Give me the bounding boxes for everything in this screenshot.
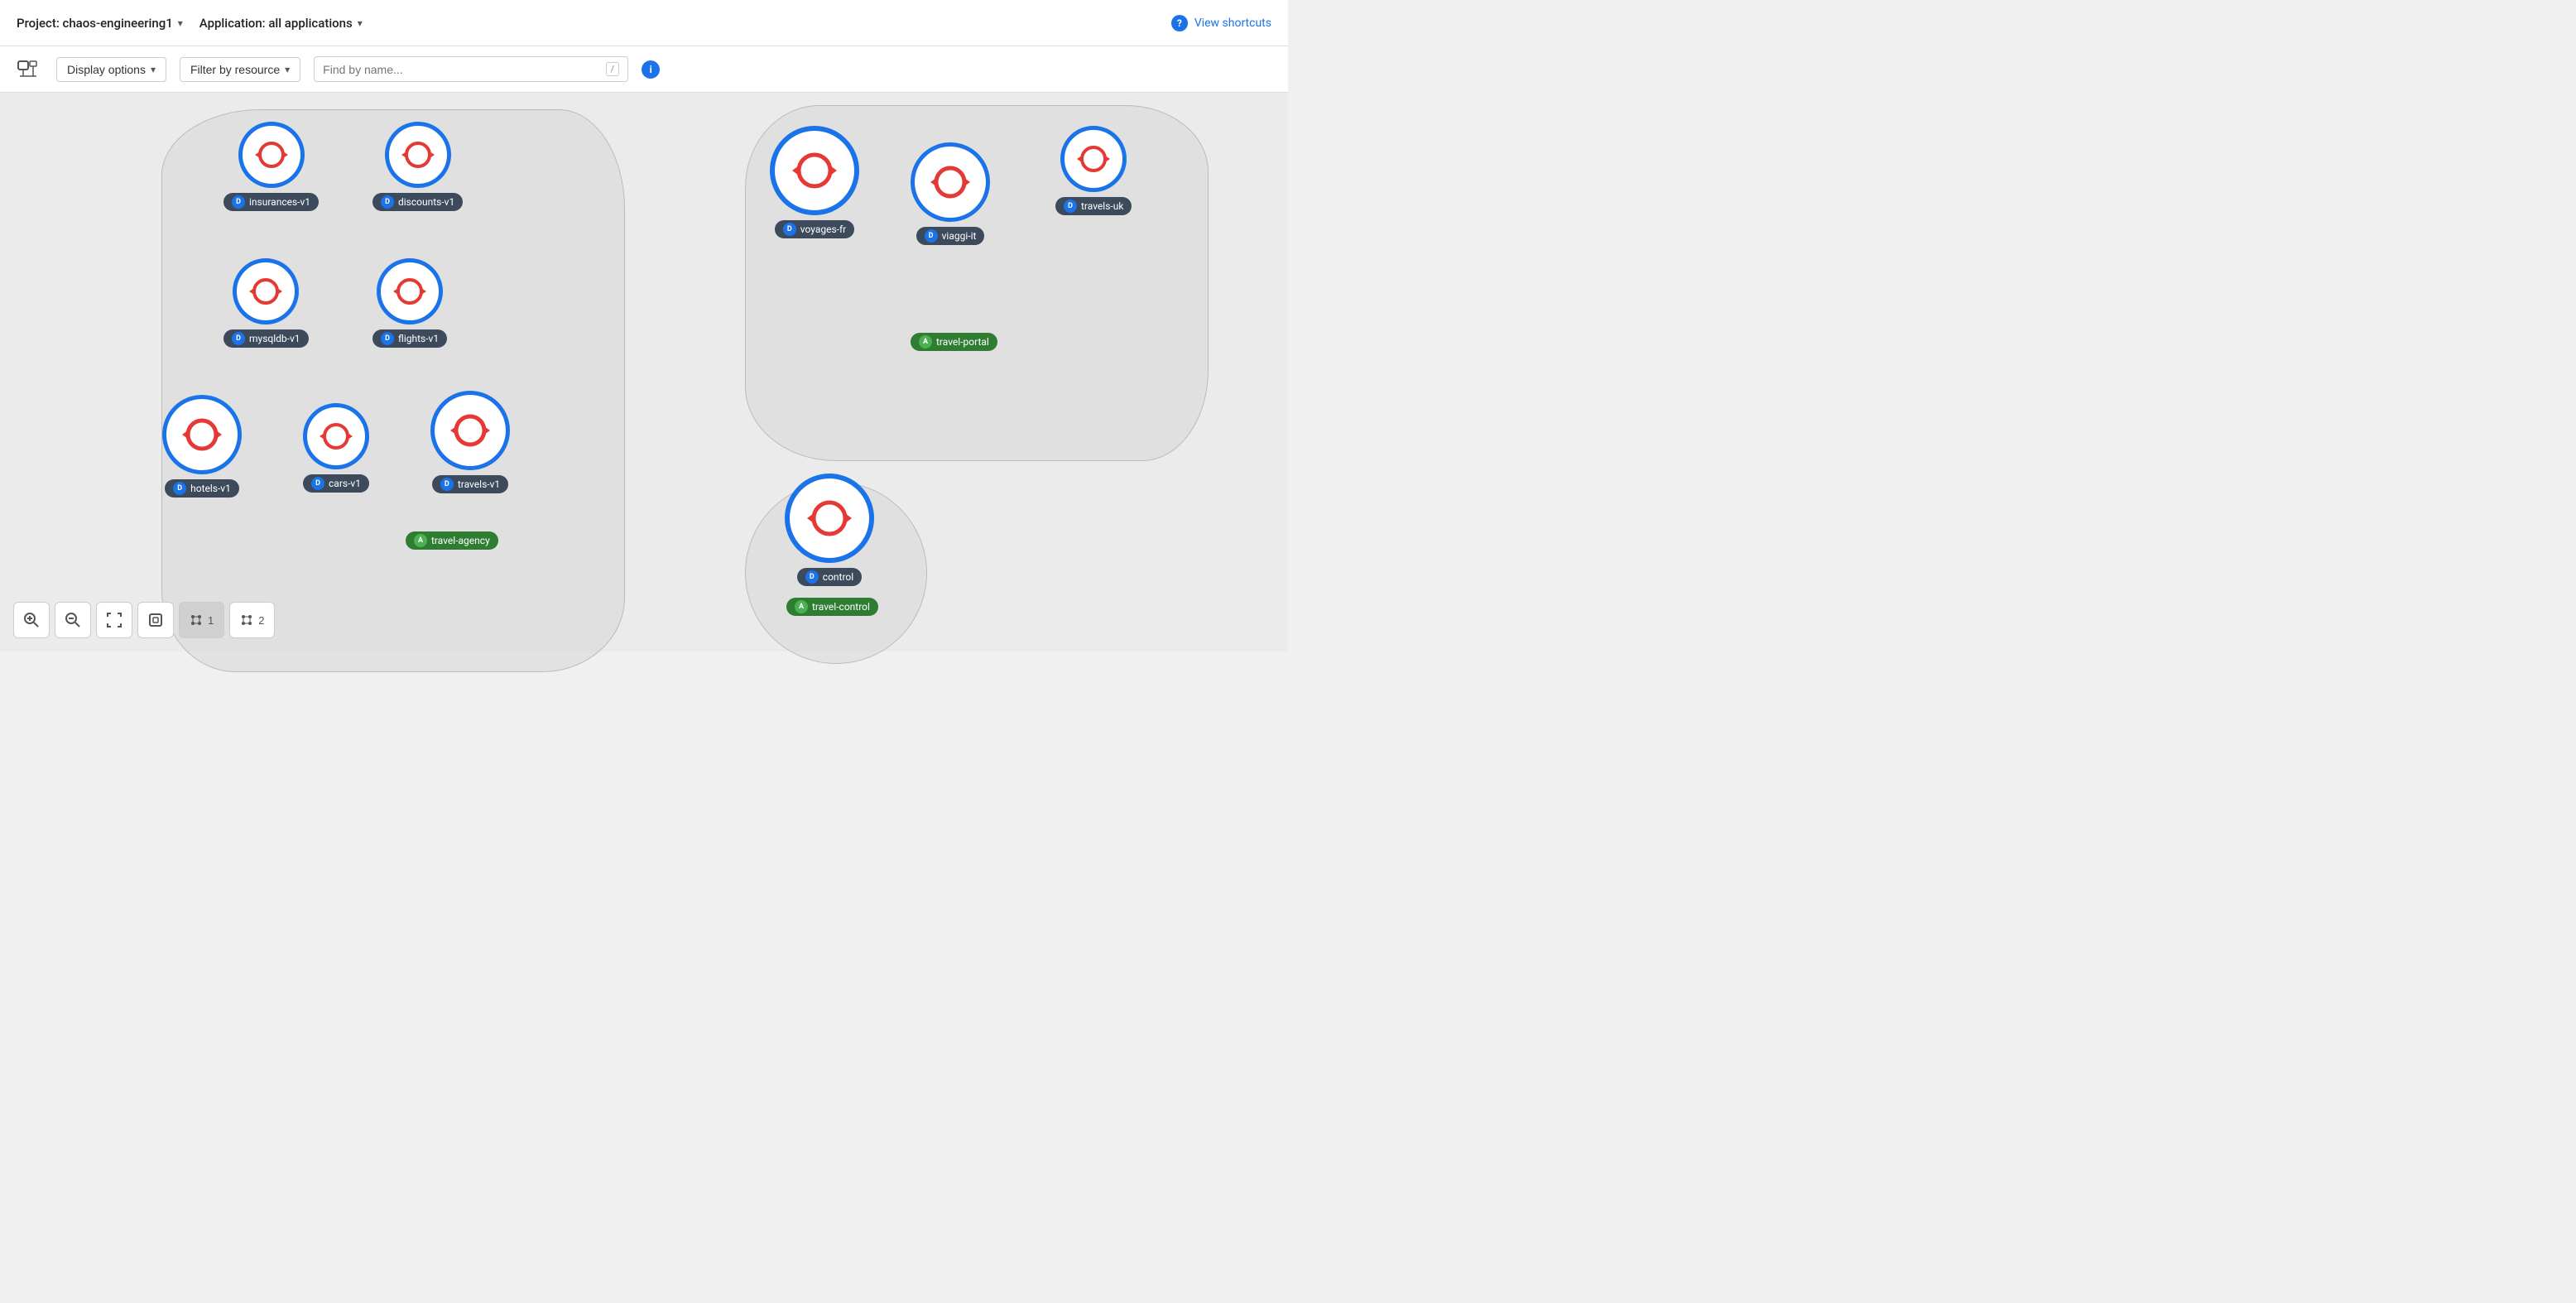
service-circle-cars-v1: [303, 403, 369, 469]
cluster-label-travel-portal[interactable]: A travel-portal: [911, 333, 997, 351]
service-node-hotels-v1[interactable]: D hotels-v1: [162, 395, 242, 498]
service-label-control: D control: [797, 568, 862, 586]
badge-voyages-fr: D: [783, 223, 796, 236]
info-icon[interactable]: i: [642, 60, 660, 79]
service-label-cars-v1: D cars-v1: [303, 474, 369, 493]
cluster-view-2-button[interactable]: 2: [229, 602, 275, 638]
service-node-discounts-v1[interactable]: D discounts-v1: [372, 122, 463, 211]
view-shortcuts-link[interactable]: ? View shortcuts: [1171, 15, 1271, 31]
filter-chevron-icon: ▾: [285, 64, 290, 75]
badge-travels-uk: D: [1064, 200, 1077, 213]
view-shortcuts-label: View shortcuts: [1194, 17, 1271, 30]
display-options-label: Display options: [67, 63, 146, 76]
badge-cars-v1: D: [311, 477, 324, 490]
badge-discounts-v1: D: [381, 195, 394, 209]
zoom-in-button[interactable]: [13, 602, 50, 638]
service-label-voyages-fr: D voyages-fr: [775, 220, 854, 238]
service-node-flights-v1[interactable]: D flights-v1: [372, 258, 447, 348]
service-circle-flights-v1: [377, 258, 443, 325]
project-label: Project: chaos-engineering1: [17, 16, 173, 31]
service-label-discounts-v1: D discounts-v1: [372, 193, 463, 211]
service-circle-discounts-v1: [385, 122, 451, 188]
toolbar: Display options ▾ Filter by resource ▾ /…: [0, 46, 1288, 93]
project-chevron-icon: ▾: [178, 17, 183, 29]
badge-viaggi-it: D: [925, 229, 938, 243]
zoom-out-button[interactable]: [55, 602, 91, 638]
service-circle-voyages-fr: [770, 126, 859, 215]
service-label-mysqldb-v1: D mysqldb-v1: [223, 329, 309, 348]
fullscreen-button[interactable]: [137, 602, 174, 638]
service-label-flights-v1: D flights-v1: [372, 329, 447, 348]
cluster-label-travel-agency[interactable]: A travel-agency: [406, 531, 498, 550]
service-label-travels-uk: D travels-uk: [1055, 197, 1132, 215]
service-node-voyages-fr[interactable]: D voyages-fr: [770, 126, 859, 238]
fit-screen-button[interactable]: [96, 602, 132, 638]
service-node-travels-uk[interactable]: D travels-uk: [1055, 126, 1132, 215]
service-node-cars-v1[interactable]: D cars-v1: [303, 403, 369, 493]
service-label-hotels-v1: D hotels-v1: [165, 479, 239, 498]
canvas: D insurances-v1 D discounts-v1: [0, 93, 1288, 652]
display-options-chevron-icon: ▾: [151, 64, 156, 75]
filter-by-resource-label: Filter by resource: [190, 63, 280, 76]
badge-control: D: [805, 570, 819, 584]
service-node-travels-v1[interactable]: D travels-v1: [430, 391, 510, 493]
badge-travel-portal: A: [919, 335, 932, 349]
project-selector[interactable]: Project: chaos-engineering1 ▾: [17, 16, 183, 31]
app-chevron-icon: ▾: [358, 17, 363, 29]
cluster-label-travel-control[interactable]: A travel-control: [786, 598, 878, 616]
display-options-button[interactable]: Display options ▾: [56, 57, 166, 82]
service-circle-viaggi-it: [911, 142, 990, 222]
service-circle-control: [785, 474, 874, 563]
app-selector[interactable]: Application: all applications ▾: [199, 16, 363, 31]
topology-icon: [13, 55, 43, 84]
badge-insurances-v1: D: [232, 195, 245, 209]
badge-flights-v1: D: [381, 332, 394, 345]
service-label-viaggi-it: D viaggi-it: [916, 227, 985, 245]
badge-travels-v1: D: [440, 478, 454, 491]
kbd-hint: /: [606, 62, 620, 76]
top-bar: Project: chaos-engineering1 ▾ Applicatio…: [0, 0, 1288, 46]
service-circle-insurances-v1: [238, 122, 305, 188]
service-node-insurances-v1[interactable]: D insurances-v1: [223, 122, 319, 211]
badge-travel-control: A: [795, 600, 808, 613]
service-node-viaggi-it[interactable]: D viaggi-it: [911, 142, 990, 245]
cluster-view-1-button[interactable]: 1: [179, 602, 224, 638]
service-circle-hotels-v1: [162, 395, 242, 474]
bottom-toolbar: 1 2: [13, 602, 275, 638]
search-container: /: [314, 56, 628, 82]
search-input[interactable]: [323, 63, 598, 76]
app-label: Application: all applications: [199, 16, 353, 31]
service-circle-mysqldb-v1: [233, 258, 299, 325]
cluster-2-label: 2: [258, 614, 264, 627]
service-circle-travels-uk: [1060, 126, 1127, 192]
badge-hotels-v1: D: [173, 482, 186, 495]
service-label-insurances-v1: D insurances-v1: [223, 193, 319, 211]
service-circle-travels-v1: [430, 391, 510, 470]
badge-travel-agency: A: [414, 534, 427, 547]
service-label-travels-v1: D travels-v1: [432, 475, 508, 493]
cluster-1-label: 1: [208, 614, 214, 627]
badge-mysqldb-v1: D: [232, 332, 245, 345]
help-icon: ?: [1171, 15, 1188, 31]
top-bar-left: Project: chaos-engineering1 ▾ Applicatio…: [17, 16, 363, 31]
service-node-control[interactable]: D control: [785, 474, 874, 586]
service-node-mysqldb-v1[interactable]: D mysqldb-v1: [223, 258, 309, 348]
filter-by-resource-button[interactable]: Filter by resource ▾: [180, 57, 300, 82]
